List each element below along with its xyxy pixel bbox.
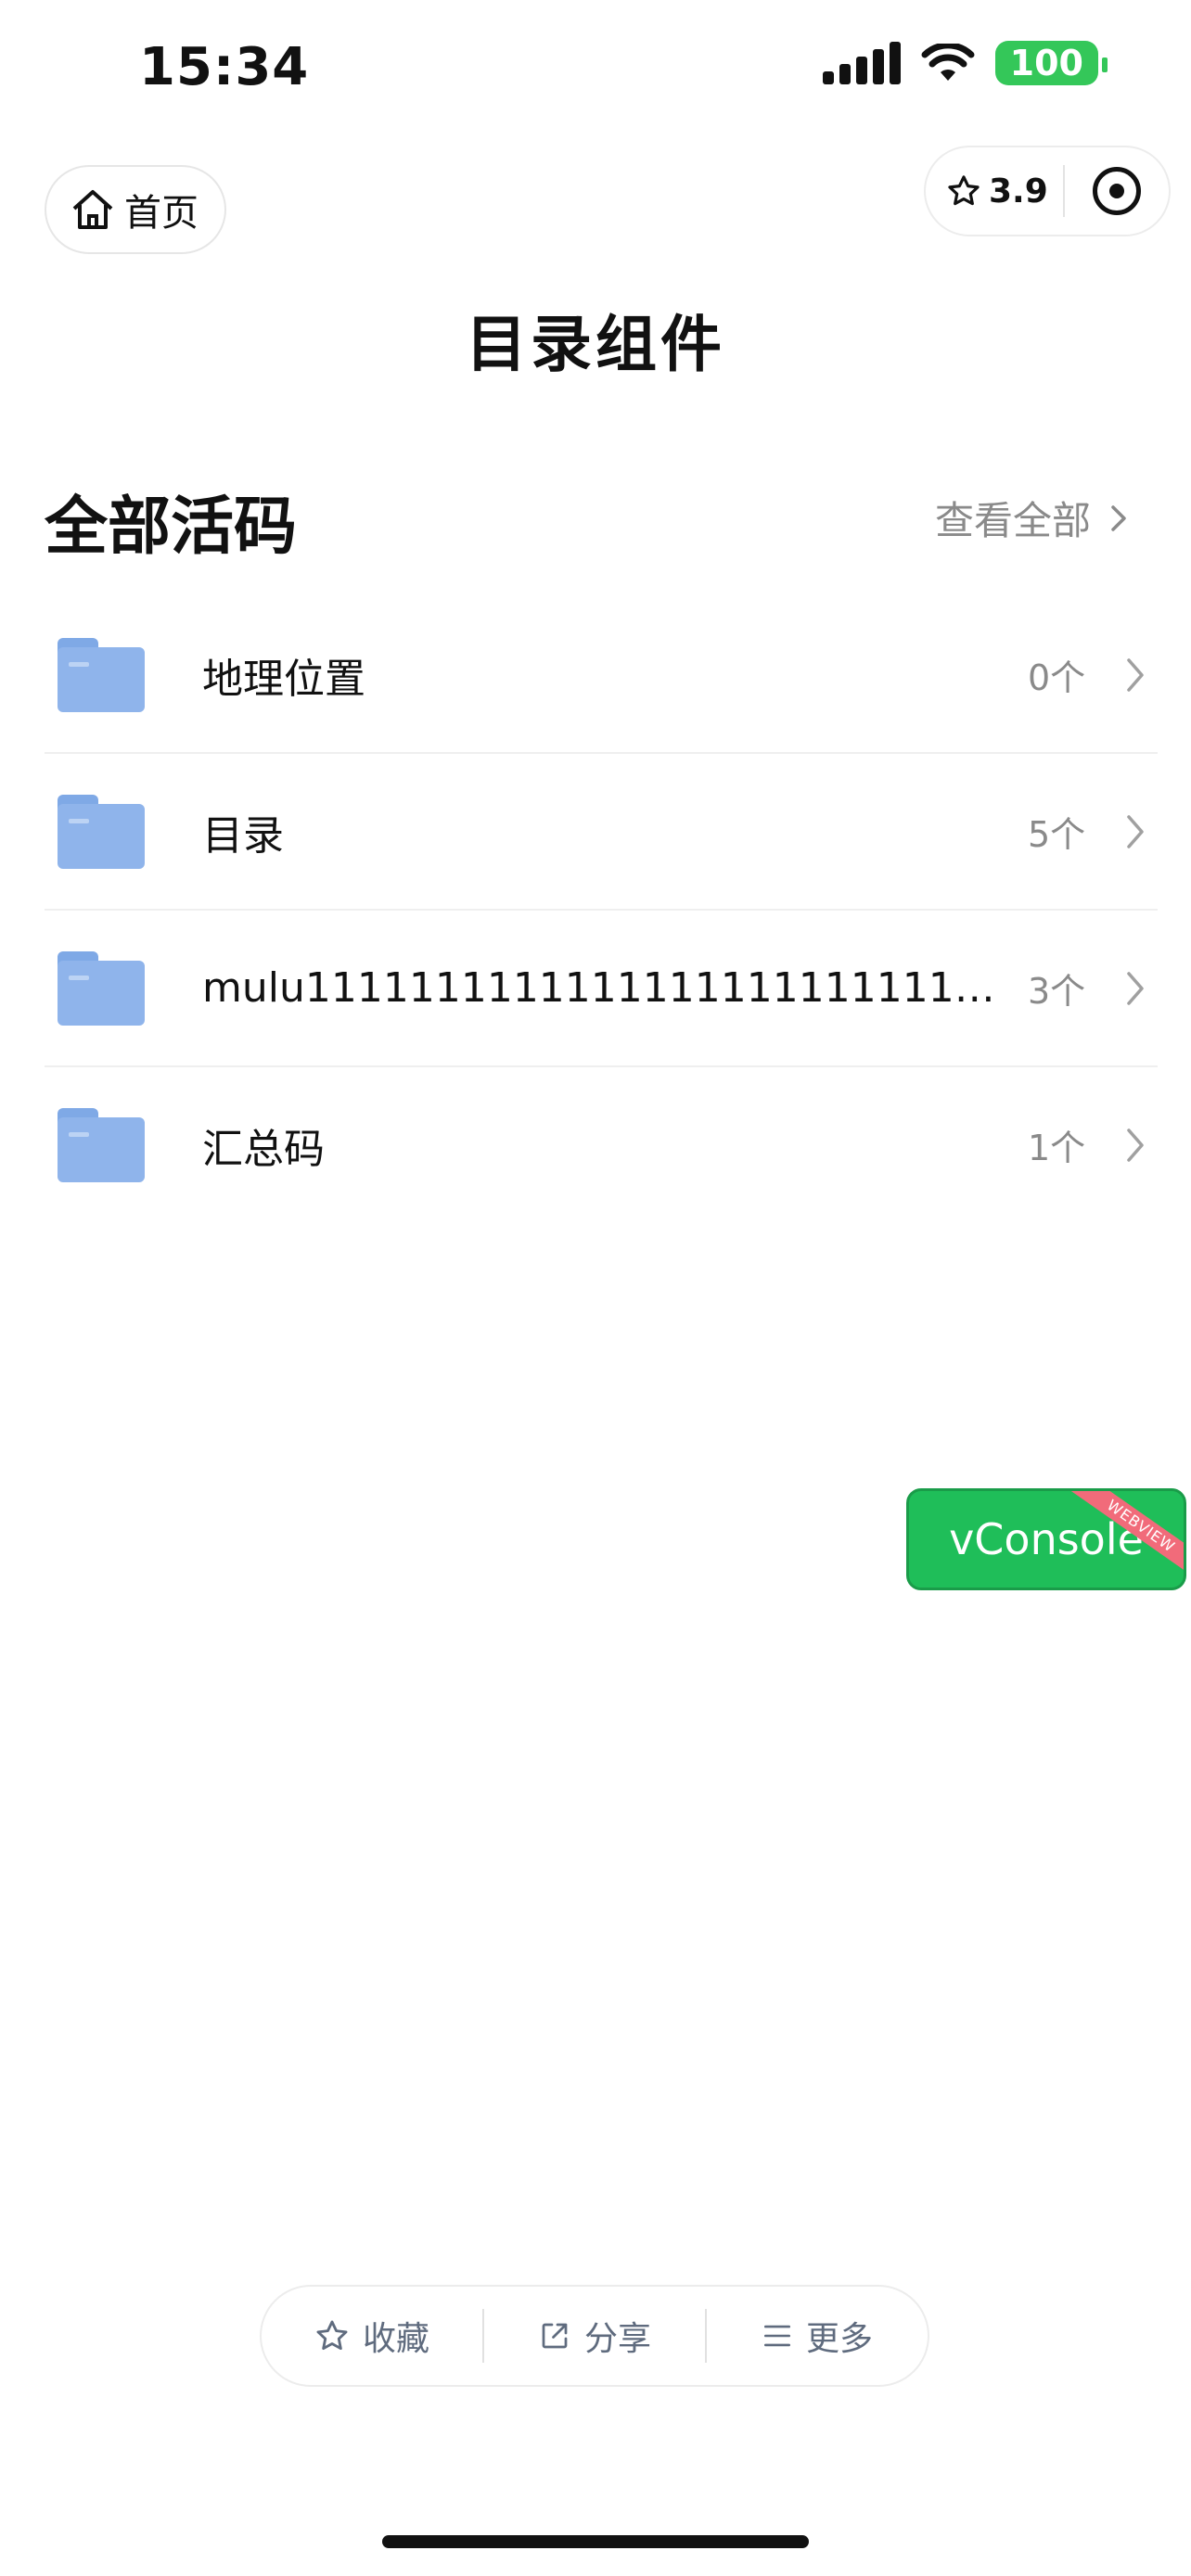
more-button[interactable]: 更多: [707, 2312, 928, 2360]
home-button[interactable]: 首页: [45, 165, 226, 254]
directory-list: 地理位置 0个 目录 5个 mulu1111111111111111111111…: [45, 597, 1158, 1222]
share-label: 分享: [583, 2320, 651, 2358]
bottom-action-bar: 收藏 分享 更多: [260, 2285, 929, 2387]
folder-icon: [58, 1107, 145, 1182]
status-time: 15:34: [139, 37, 310, 97]
section-title: 全部活码: [45, 491, 298, 564]
list-item[interactable]: 地理位置 0个: [45, 597, 1158, 754]
home-icon: [72, 190, 113, 229]
chevron-right-icon: [1117, 970, 1154, 1007]
list-item[interactable]: 目录 5个: [45, 754, 1158, 911]
target-icon[interactable]: [1093, 167, 1141, 215]
list-item-name: 汇总码: [202, 1125, 325, 1173]
list-item-count: 3个: [1028, 971, 1086, 1012]
list-item-name: mulu11111111111111111111111111111111111.…: [202, 964, 1000, 1012]
chevron-right-icon: [1117, 1127, 1154, 1164]
folder-icon: [58, 794, 145, 869]
miniapp-capsule: 3.9: [924, 146, 1171, 236]
battery-icon: 100: [994, 41, 1108, 85]
capsule-divider: [1063, 165, 1065, 217]
menu-icon: [763, 2325, 791, 2347]
view-all-link[interactable]: 查看全部: [935, 490, 1128, 546]
rating-button[interactable]: 3.9: [926, 172, 1048, 210]
folder-icon: [58, 950, 145, 1026]
folder-icon: [58, 637, 145, 712]
list-item-count: 1个: [1028, 1128, 1086, 1168]
star-icon: [316, 2320, 348, 2351]
list-item[interactable]: 汇总码 1个: [45, 1067, 1158, 1222]
chevron-right-icon: [1117, 813, 1154, 850]
vconsole-button[interactable]: vConsole WEBVIEW: [906, 1488, 1186, 1590]
share-icon: [542, 2323, 568, 2349]
home-indicator[interactable]: [382, 2535, 809, 2548]
more-label: 更多: [805, 2320, 873, 2358]
view-all-label: 查看全部: [934, 498, 1091, 543]
favorite-button[interactable]: 收藏: [262, 2312, 482, 2360]
star-icon: [948, 175, 980, 206]
list-item-count: 0个: [1028, 657, 1086, 698]
list-item-name: 目录: [202, 811, 284, 860]
chevron-right-icon: [1117, 657, 1154, 694]
list-item-count: 5个: [1028, 814, 1086, 855]
list-item[interactable]: mulu11111111111111111111111111111111111.…: [45, 911, 1158, 1067]
rating-value: 3.9: [989, 172, 1048, 210]
status-icons: 100: [822, 41, 1108, 85]
cellular-signal-icon: [822, 42, 901, 84]
page-title: 目录组件: [466, 309, 725, 380]
list-item-name: 地理位置: [202, 655, 365, 703]
favorite-label: 收藏: [362, 2320, 429, 2358]
share-button[interactable]: 分享: [484, 2312, 705, 2360]
chevron-right-icon: [1111, 504, 1126, 531]
wifi-icon: [921, 44, 975, 81]
home-label: 首页: [124, 192, 198, 235]
